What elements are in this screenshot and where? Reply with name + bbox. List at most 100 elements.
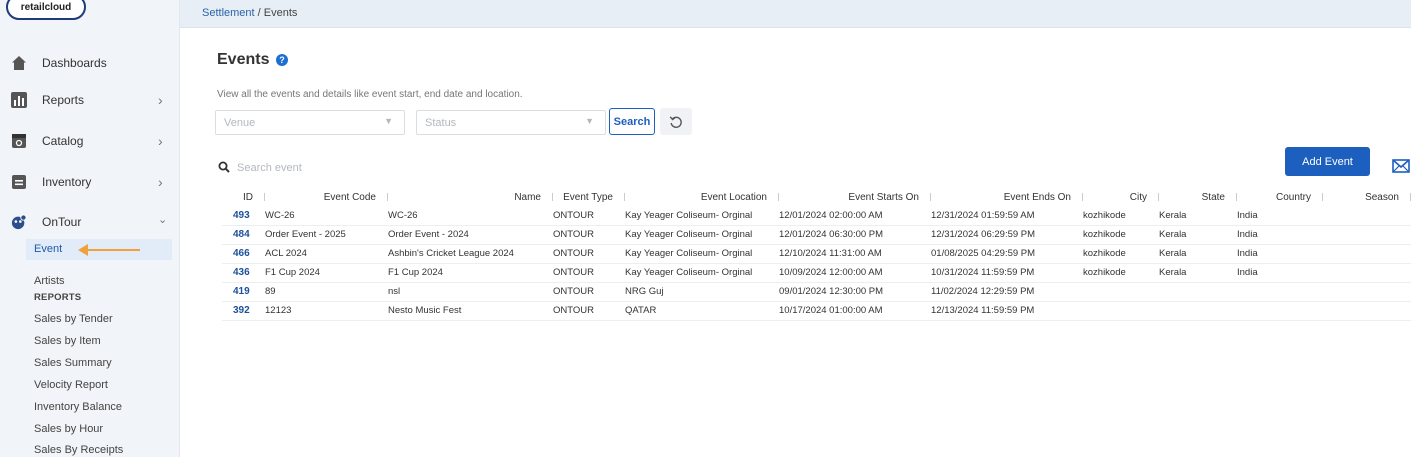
chevron-right-icon: › <box>158 133 163 149</box>
venue-select[interactable]: Venue ▼ <box>215 110 405 135</box>
table-cell: Kay Yeager Coliseum- Orginal <box>625 244 779 264</box>
table-cell: ONTOUR <box>553 301 625 321</box>
column-header[interactable]: Season <box>1323 188 1411 206</box>
sidebar-subitem-report[interactable]: Inventory Balance <box>34 401 122 413</box>
add-event-button[interactable]: Add Event <box>1285 147 1370 176</box>
help-icon[interactable]: ? <box>276 54 288 66</box>
table-cell: India <box>1237 263 1323 283</box>
event-id-link[interactable]: 466 <box>222 244 265 264</box>
sidebar-item-label: Inventory <box>42 175 92 189</box>
table-cell: 12/01/2024 06:30:00 PM <box>779 225 931 245</box>
table-row[interactable]: 436 F1 Cup 2024 F1 Cup 2024 ONTOUR Kay Yeage… <box>222 263 1411 283</box>
column-header[interactable]: City <box>1083 188 1159 206</box>
table-cell: ONTOUR <box>553 282 625 302</box>
arrow-left-icon <box>78 244 140 256</box>
table-row[interactable]: 419 89 nsl ONTOUR NRG Guj 09/01/2024 12:30:00… <box>222 282 1411 302</box>
column-header[interactable]: Event Location <box>625 188 779 206</box>
logo-text: retailcloud <box>20 1 72 13</box>
breadcrumb-settlement-link[interactable]: Settlement <box>202 7 255 19</box>
column-header-label: Event Starts On <box>848 191 919 203</box>
table-cell <box>1323 263 1411 283</box>
table-cell <box>1237 282 1323 302</box>
column-header-label: Event Location <box>700 191 767 203</box>
sidebar-subitem-report[interactable]: Sales Summary <box>34 357 112 369</box>
column-header-label: Event Ends On <box>1003 191 1071 203</box>
search-button[interactable]: Search <box>609 108 655 135</box>
table-cell: India <box>1237 244 1323 264</box>
breadcrumb-bar: Settlement / Events <box>180 0 1411 28</box>
table-row[interactable]: 493 WC-26 WC-26 ONTOUR Kay Yeager Coliseum- … <box>222 206 1411 226</box>
page-title: Events <box>217 51 270 68</box>
chevron-right-icon: › <box>158 174 163 190</box>
sidebar-subitem-artists[interactable]: Artists <box>34 275 65 287</box>
sidebar-item-inventory[interactable]: Inventory › <box>0 170 180 194</box>
table-cell: F1 Cup 2024 <box>388 263 553 283</box>
column-header[interactable]: State <box>1159 188 1237 206</box>
sidebar-item-ontour[interactable]: OnTour ⌄ <box>0 210 180 234</box>
table-row[interactable]: 392 12123 Nesto Music Fest ONTOUR QATAR 10/17… <box>222 301 1411 321</box>
mail-icon[interactable] <box>1392 159 1410 173</box>
table-cell: 10/31/2024 11:59:59 PM <box>931 263 1083 283</box>
inventory-icon <box>11 174 27 190</box>
sidebar-subitem-report[interactable]: Sales by Item <box>34 335 101 347</box>
chevron-down-icon: ⌄ <box>158 214 168 226</box>
column-header[interactable]: Event Starts On <box>779 188 931 206</box>
event-id-link[interactable]: 493 <box>222 206 265 226</box>
table-cell: Ashbin's Cricket League 2024 <box>388 244 553 264</box>
main-content: Events ? View all the events and details… <box>180 28 1411 457</box>
table-header-row: ID Event Code Name Event Type Event Location… <box>222 188 1411 206</box>
ontour-icon <box>11 214 27 230</box>
event-id-link[interactable]: 392 <box>222 301 265 321</box>
status-select[interactable]: Status ▼ <box>416 110 606 135</box>
sidebar-item-label: OnTour <box>42 215 82 229</box>
table-cell: Kerala <box>1159 206 1237 226</box>
sidebar-item-reports[interactable]: Reports › <box>0 88 180 112</box>
sidebar-item-catalog[interactable]: Catalog › <box>0 129 180 153</box>
column-header[interactable]: Event Code <box>265 188 388 206</box>
reset-button[interactable] <box>660 108 692 135</box>
chevron-down-icon: ▼ <box>384 116 393 126</box>
sidebar-subitem-report[interactable]: Sales by Hour <box>34 423 103 435</box>
table-cell <box>1159 301 1237 321</box>
table-cell <box>1323 282 1411 302</box>
sidebar-subitem-report[interactable]: Sales by Tender <box>34 313 113 325</box>
table-row[interactable]: 484 Order Event - 2025 Order Event - 2024 O… <box>222 225 1411 245</box>
table-cell: Kerala <box>1159 263 1237 283</box>
sidebar-subitem-report[interactable]: Velocity Report <box>34 379 108 391</box>
column-header[interactable]: Name <box>388 188 553 206</box>
table-cell: NRG Guj <box>625 282 779 302</box>
table-row[interactable]: 466 ACL 2024 Ashbin's Cricket League 2024 O… <box>222 244 1411 264</box>
event-id-link[interactable]: 436 <box>222 263 265 283</box>
table-cell: kozhikode <box>1083 225 1159 245</box>
table-cell: WC-26 <box>388 206 553 226</box>
event-id-link[interactable]: 484 <box>222 225 265 245</box>
breadcrumb-current: Events <box>263 7 298 19</box>
column-header[interactable]: Event Type <box>553 188 625 206</box>
search-event-input[interactable] <box>237 160 437 176</box>
table-cell: Order Event - 2024 <box>388 225 553 245</box>
table-cell: kozhikode <box>1083 263 1159 283</box>
table-cell: Order Event - 2025 <box>265 225 388 245</box>
table-body: 493 WC-26 WC-26 ONTOUR Kay Yeager Coliseum- … <box>222 206 1411 321</box>
column-header[interactable]: Country <box>1237 188 1323 206</box>
column-header[interactable]: Event Ends On <box>931 188 1083 206</box>
sidebar-item-label: Dashboards <box>42 56 107 70</box>
table-cell: India <box>1237 225 1323 245</box>
table-cell: India <box>1237 206 1323 226</box>
column-header[interactable]: ID <box>222 188 265 206</box>
table-cell: 12/01/2024 02:00:00 AM <box>779 206 931 226</box>
table-cell: Kerala <box>1159 225 1237 245</box>
table-cell <box>1159 282 1237 302</box>
table-cell: ONTOUR <box>553 225 625 245</box>
table-cell: QATAR <box>625 301 779 321</box>
table-cell: ONTOUR <box>553 244 625 264</box>
refresh-icon <box>669 115 682 128</box>
sidebar-subitem-report[interactable]: Sales By Receipts <box>34 444 123 456</box>
table-cell: 89 <box>265 282 388 302</box>
breadcrumb: Settlement / Events <box>202 7 297 19</box>
retailcloud-logo[interactable]: retailcloud <box>6 0 86 20</box>
home-icon <box>11 55 27 71</box>
breadcrumb-separator: / <box>257 7 261 19</box>
event-id-link[interactable]: 419 <box>222 282 265 302</box>
sidebar-item-dashboards[interactable]: Dashboards <box>0 51 180 75</box>
